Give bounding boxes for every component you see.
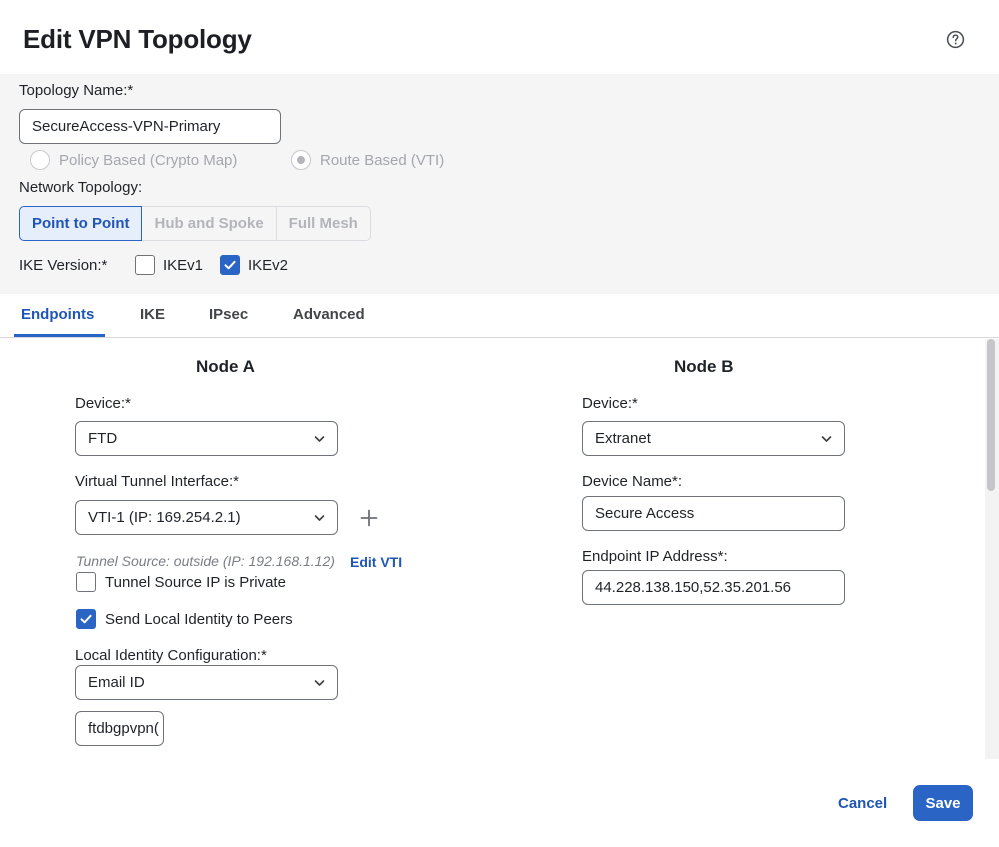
ikev1-checkbox[interactable] [135,255,155,275]
tunnel-source-private-checkbox[interactable] [76,572,96,592]
device-name-label: Device Name*: [582,473,683,490]
local-identity-label: Local Identity Configuration:* [75,647,267,664]
send-local-identity-label: Send Local Identity to Peers [105,611,293,628]
endpoint-ip-label: Endpoint IP Address*: [582,548,728,565]
email-id-input[interactable]: ftdbgpvpn( [75,711,164,746]
segment-hub-and-spoke[interactable]: Hub and Spoke [141,206,277,241]
ikev2-checkbox[interactable] [220,255,240,275]
tab-advanced[interactable]: Advanced [293,306,365,323]
ikev1-label: IKEv1 [163,257,204,274]
endpoints-content: Node A Device:* FTD Virtual Tunnel Inter… [0,339,985,759]
radio-circle [30,150,50,170]
vti-label: Virtual Tunnel Interface:* [75,473,239,490]
select-value: VTI-1 (IP: 169.254.2.1) [88,509,241,526]
chevron-down-icon [314,435,325,442]
active-tab-indicator [14,334,105,337]
select-value: Extranet [595,430,651,447]
tab-endpoints[interactable]: Endpoints [21,306,94,323]
check-icon [80,614,92,624]
tab-bar: Endpoints IKE IPsec Advanced [0,294,999,338]
select-value: Email ID [88,674,145,691]
help-circle-icon[interactable] [946,30,965,49]
add-vti-plus-icon[interactable] [360,509,378,527]
node-a-device-select[interactable]: FTD [75,421,338,456]
endpoint-ip-input[interactable]: 44.228.138.150,52.35.201.56 [582,570,845,605]
ike-version-label: IKE Version:* [19,257,108,274]
chevron-down-icon [314,514,325,521]
tunnel-source-private-label: Tunnel Source IP is Private [105,574,286,591]
select-value: FTD [88,430,118,447]
node-a-heading: Node A [196,357,255,376]
ikev2-label: IKEv2 [248,257,289,274]
chevron-down-icon [821,435,832,442]
dialog-header: Edit VPN Topology [0,0,999,74]
segment-full-mesh[interactable]: Full Mesh [275,206,371,241]
segment-point-to-point[interactable]: Point to Point [19,206,143,241]
tunnel-source-note: Tunnel Source: outside (IP: 192.168.1.12… [76,553,335,569]
tab-ipsec[interactable]: IPsec [209,306,248,323]
tab-ike[interactable]: IKE [140,306,165,323]
node-a-device-label: Device:* [75,395,131,412]
dialog-footer: Cancel Save [0,759,999,847]
edit-vti-link[interactable]: Edit VTI [350,554,402,570]
network-topology-segmented-control: Point to Point Hub and Spoke Full Mesh [19,206,371,241]
send-local-identity-checkbox[interactable] [76,609,96,629]
network-topology-label: Network Topology: [19,179,143,196]
radio-circle [291,150,311,170]
chevron-down-icon [314,679,325,686]
radio-route-based[interactable]: Route Based (VTI) [291,150,444,170]
content-scrollbar[interactable] [985,339,999,759]
cancel-button[interactable]: Cancel [838,795,887,812]
node-b-heading: Node B [674,357,734,376]
vti-select[interactable]: VTI-1 (IP: 169.254.2.1) [75,500,338,535]
radio-label: Route Based (VTI) [320,151,445,169]
topology-name-input[interactable]: SecureAccess-VPN-Primary [19,109,281,144]
check-icon [224,260,236,270]
topology-name-label: Topology Name:* [19,82,134,99]
node-b-device-select[interactable]: Extranet [582,421,845,456]
save-button[interactable]: Save [913,785,973,821]
node-b-device-label: Device:* [582,395,638,412]
radio-policy-based[interactable]: Policy Based (Crypto Map) [30,150,237,170]
dialog-title: Edit VPN Topology [23,24,252,54]
device-name-input[interactable]: Secure Access [582,496,845,531]
scrollbar-thumb[interactable] [987,339,995,491]
local-identity-select[interactable]: Email ID [75,665,338,700]
radio-label: Policy Based (Crypto Map) [59,151,238,169]
